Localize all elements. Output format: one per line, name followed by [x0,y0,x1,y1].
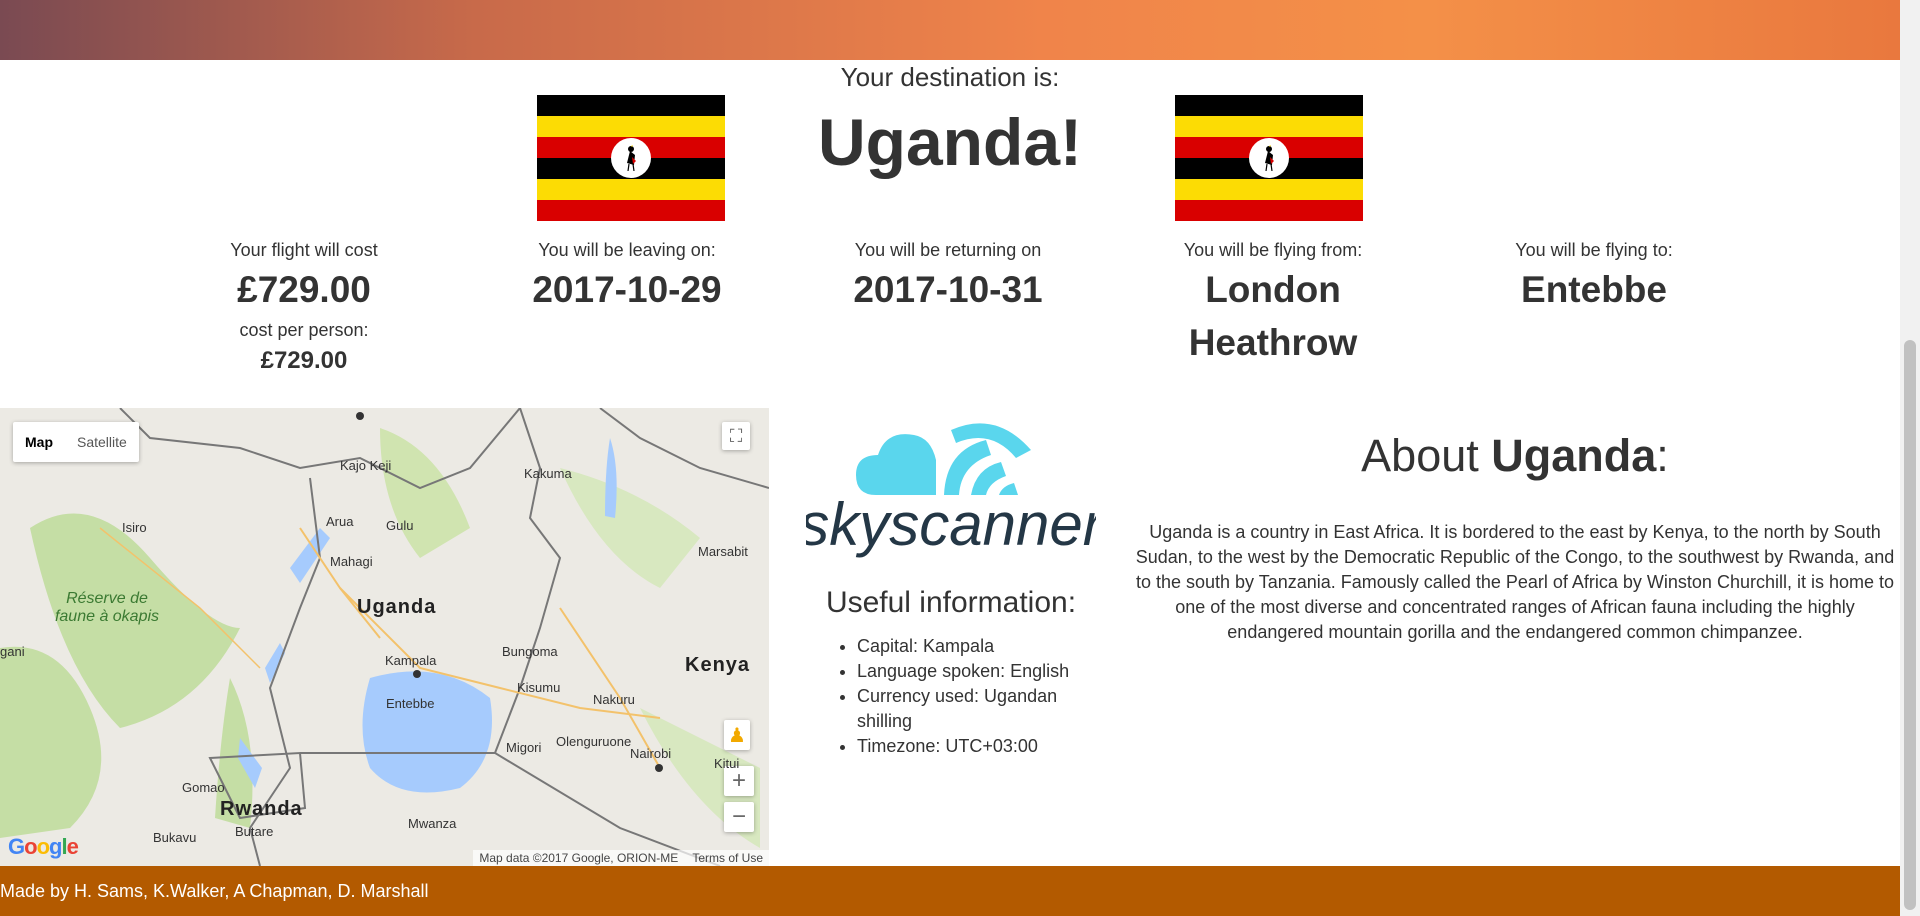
map-terms-link[interactable]: Terms of Use [692,851,763,865]
map-label-marsabit: Marsabit [698,544,748,559]
map-label-kitui: Kitui [714,756,740,771]
map-label-gulu: Gulu [386,518,414,533]
crane-emblem [1249,138,1289,178]
hero-banner-strip [0,0,1900,60]
about-title-suffix: : [1656,430,1669,481]
zoom-out-button[interactable]: − [724,802,754,832]
crested-crane-icon [627,145,636,171]
flight-cost-column: Your flight will cost £729.00 cost per p… [154,240,454,375]
cost-per-person-label: cost per person: [239,320,369,340]
useful-info-currency: Currency used: Ugandan shilling [857,684,1117,734]
flying-from-column: You will be flying from: London Heathrow [1123,240,1423,369]
leaving-date: 2017-10-29 [532,269,722,310]
returning-column: You will be returning on 2017-10-31 [798,240,1098,316]
returning-label: You will be returning on [854,240,1042,260]
skyscanner-logo[interactable]: skyscanner [806,410,1096,566]
returning-date: 2017-10-31 [853,269,1043,310]
map-label-migori: Migori [506,740,542,755]
leaving-column: You will be leaving on: 2017-10-29 [477,240,777,316]
street-view-pegman-icon[interactable]: ♟ [724,720,750,750]
skyscanner-cloud-icon [856,423,1031,495]
page-scrollbar[interactable] [1900,0,1920,916]
map-attribution-bar: Map data ©2017 Google, ORION-ME Terms of… [473,850,769,866]
map-type-control[interactable]: Map Satellite [13,422,139,462]
map-label-nakuru: Nakuru [593,692,635,707]
useful-info-language: Language spoken: English [857,659,1117,684]
map-label-isiro: Isiro [122,520,147,535]
map-label-gani: gani [0,644,25,659]
about-title-country: Uganda [1491,430,1657,481]
flying-from-label: You will be flying from: [1183,240,1363,260]
flight-cost-label: Your flight will cost [230,240,378,260]
about-title: About Uganda: [1130,430,1900,482]
footer-credits: Made by H. Sams, K.Walker, A Chapman, D.… [0,881,429,901]
flying-from-airport: London Heathrow [1188,269,1358,363]
map-label-nairobi: Nairobi [630,746,672,761]
useful-info-capital: Capital: Kampala [857,634,1117,659]
skyscanner-wordmark: skyscanner [806,491,1096,558]
map-label-kisumu: Kisumu [517,680,561,695]
map-label-kampala: Kampala [385,653,437,668]
scrollbar-thumb[interactable] [1904,340,1916,910]
about-description: Uganda is a country in East Africa. It i… [1135,522,1895,642]
map-label-gomao: Gomao [182,780,225,795]
map-label-uganda: Uganda [357,596,437,618]
destination-label: Your destination is: [840,62,1060,92]
flying-to-column: You will be flying to: Entebbe [1444,240,1744,316]
leaving-label: You will be leaving on: [538,240,716,260]
map-terrain [0,408,769,866]
useful-info-timezone: Timezone: UTC+03:00 [857,734,1117,759]
destination-country: Uganda! [818,105,1082,179]
map-label-kakuma: Kakuma [524,466,572,481]
google-logo[interactable]: Google [8,834,79,860]
flying-to-airport: Entebbe [1521,269,1667,310]
map-label-arua: Arua [326,514,354,529]
about-title-prefix: About [1361,430,1492,481]
uganda-flag-left [537,95,725,221]
map-label-entebbe: Entebbe [386,696,435,711]
flight-cost-value: £729.00 [237,269,371,310]
useful-info-list: Capital: Kampala Language spoken: Englis… [830,634,1117,759]
page-footer: Made by H. Sams, K.Walker, A Chapman, D.… [0,866,1900,916]
useful-info-title: Useful information: [825,586,1077,619]
map-label-reserve: Réserve de faune à okapis [54,590,160,625]
map-label-olenguruone: Olenguruone [556,734,632,749]
map-label-butare: Butare [235,824,274,839]
map-label-bukavu: Bukavu [153,830,197,845]
map-label-kajo-keji: Kajo Keji [340,458,392,473]
map-label-bungoma: Bungoma [502,644,558,659]
crested-crane-icon [1265,145,1274,171]
map-type-satellite-button[interactable]: Satellite [65,422,139,462]
map-attribution: Map data ©2017 Google, ORION-ME [479,851,679,865]
google-map[interactable]: Map Satellite ⛶ ♟ + − Uganda Kenya Rwand… [0,408,769,866]
cost-per-person-value: £729.00 [260,347,348,374]
map-label-rwanda: Rwanda [220,798,303,820]
fullscreen-icon[interactable]: ⛶ [722,422,750,450]
flying-to-label: You will be flying to: [1515,240,1673,260]
map-label-mwanza: Mwanza [408,816,457,831]
crane-emblem [611,138,651,178]
map-label-kenya: Kenya [685,654,751,676]
map-type-map-button[interactable]: Map [13,422,65,462]
uganda-flag-right [1175,95,1363,221]
map-label-mahagi: Mahagi [330,554,373,569]
